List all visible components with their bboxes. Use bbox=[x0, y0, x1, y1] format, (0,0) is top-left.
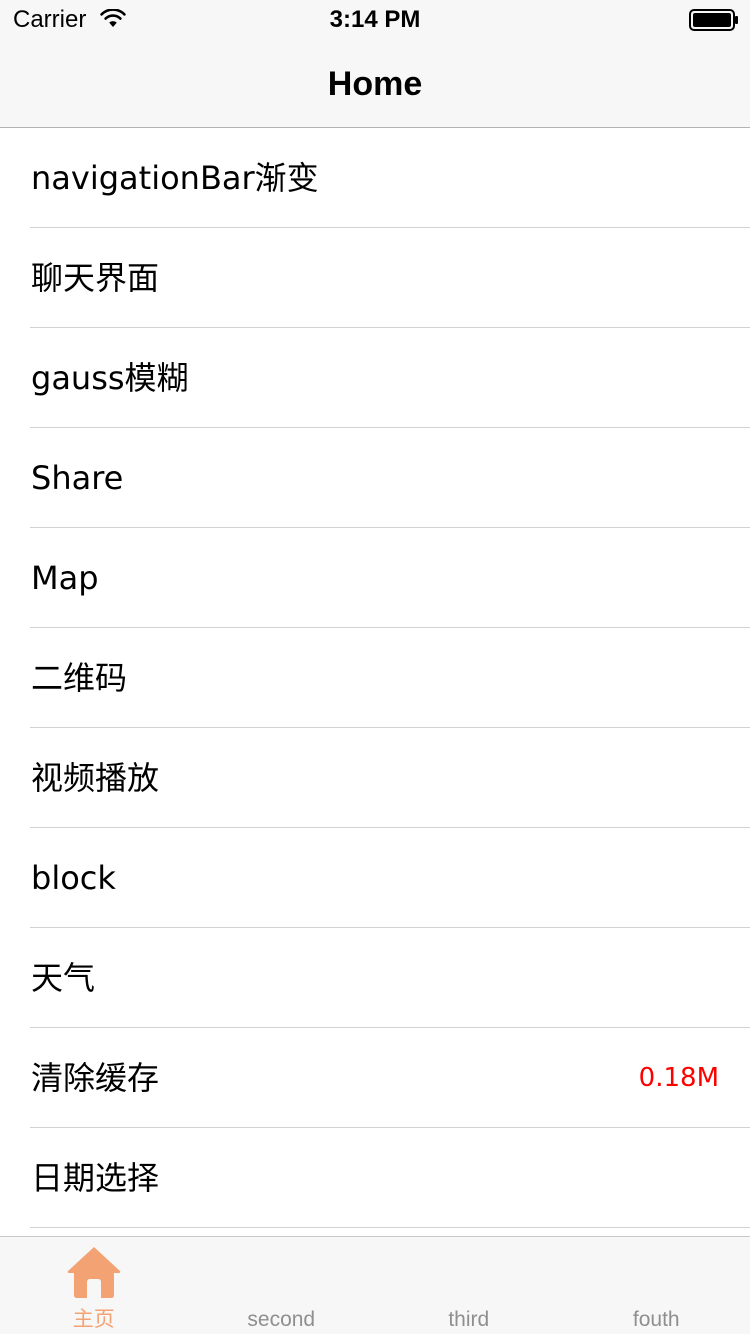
tab-fouth[interactable]: fouth bbox=[563, 1237, 750, 1334]
status-time: 3:14 PM bbox=[329, 6, 421, 33]
list-item-label: Map bbox=[31, 559, 99, 597]
tab-third[interactable]: third bbox=[375, 1237, 563, 1334]
screen: Carrier 3:14 PM Home navigationBar渐变 聊天界… bbox=[0, 0, 750, 1334]
tab-second[interactable]: second bbox=[188, 1237, 376, 1334]
list-item-label: block bbox=[31, 859, 116, 897]
status-bar: Carrier 3:14 PM bbox=[0, 0, 750, 40]
list-item-share[interactable]: Share bbox=[0, 428, 750, 528]
tab-label: second bbox=[247, 1308, 316, 1331]
tab-label: 主页 bbox=[72, 1308, 115, 1331]
tab-bar: 主页 second third fouth bbox=[0, 1236, 750, 1334]
list-item-weather[interactable]: 天气 bbox=[0, 928, 750, 1028]
list-item-label: 二维码 bbox=[31, 659, 128, 697]
list-item-navigationbar-gradient[interactable]: navigationBar渐变 bbox=[0, 128, 750, 228]
list-item-qrcode[interactable]: 二维码 bbox=[0, 628, 750, 728]
list-item-label: navigationBar渐变 bbox=[31, 159, 319, 197]
list-item-label: Share bbox=[31, 459, 124, 497]
list-item-label: 聊天界面 bbox=[31, 259, 160, 297]
navigation-bar: Home bbox=[0, 40, 750, 128]
list-item-label: 天气 bbox=[31, 959, 96, 997]
tab-home[interactable]: 主页 bbox=[0, 1237, 188, 1334]
list-item-chat[interactable]: 聊天界面 bbox=[0, 228, 750, 328]
tab-label: third bbox=[448, 1308, 490, 1331]
list-item-block[interactable]: block bbox=[0, 828, 750, 928]
list-item-date-picker[interactable]: 日期选择 bbox=[0, 1128, 750, 1228]
list-item-label: 清除缓存 bbox=[31, 1059, 160, 1097]
cache-size-value: 0.18M bbox=[638, 1063, 719, 1093]
list-item-label: gauss模糊 bbox=[31, 359, 189, 397]
home-icon bbox=[67, 1247, 121, 1298]
list-item-label: 视频播放 bbox=[31, 759, 160, 797]
table-list[interactable]: navigationBar渐变 聊天界面 gauss模糊 Share Map 二… bbox=[0, 128, 750, 1236]
list-item-map[interactable]: Map bbox=[0, 528, 750, 628]
page-title: Home bbox=[327, 65, 423, 103]
tab-label: fouth bbox=[632, 1308, 680, 1331]
list-item-clear-cache[interactable]: 清除缓存 0.18M bbox=[0, 1028, 750, 1128]
list-item-label: 日期选择 bbox=[31, 1159, 160, 1197]
list-item-video-playback[interactable]: 视频播放 bbox=[0, 728, 750, 828]
battery-icon bbox=[689, 9, 738, 31]
list-item-gauss-blur[interactable]: gauss模糊 bbox=[0, 328, 750, 428]
